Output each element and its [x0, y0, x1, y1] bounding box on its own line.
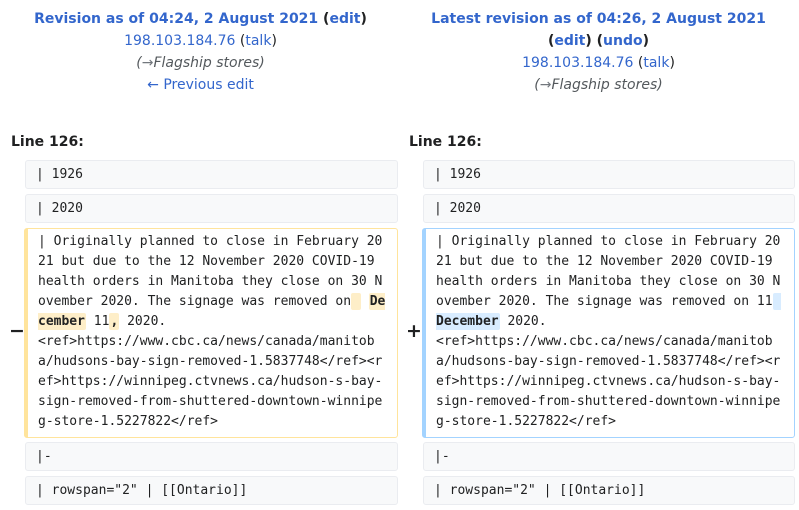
right-action-links: (edit) (undo): [547, 33, 650, 49]
right-line-number: Line 126:: [409, 134, 482, 150]
right-edit-summary: (→Flagship stores): [534, 77, 663, 93]
left-revision-title: Revision as of 04:24, 2 August 2021 (edi…: [34, 11, 367, 27]
right-talk-link[interactable]: talk: [643, 55, 669, 71]
left-user-link[interactable]: 198.103.184.76: [124, 33, 235, 49]
left-revision-header: Revision as of 04:24, 2 August 2021 (edi…: [0, 8, 401, 96]
right-revision-header: Latest revision as of 04:26, 2 August 20…: [398, 8, 799, 96]
undo-link[interactable]: undo: [603, 33, 643, 49]
right-context-line: |-: [423, 442, 795, 471]
previous-edit-link[interactable]: ← Previous edit: [147, 77, 254, 93]
left-context-line: | 2020: [25, 194, 398, 223]
added-line: | Originally planned to close in Februar…: [422, 228, 795, 438]
left-user-line: 198.103.184.76 (talk): [124, 33, 277, 49]
left-edit-summary: (→Flagship stores): [136, 55, 265, 71]
left-summary-section: Flagship stores: [153, 55, 260, 71]
deleted-line: | Originally planned to close in Februar…: [24, 228, 398, 438]
right-context-line: | rowspan="2" | [[Ontario]]: [423, 476, 795, 505]
right-revision-title: Latest revision as of 04:26, 2 August 20…: [398, 8, 799, 30]
left-summary-arrow-link[interactable]: →: [142, 55, 154, 71]
right-edit-link[interactable]: edit: [554, 33, 585, 49]
right-summary-arrow-link[interactable]: →: [540, 77, 552, 93]
left-context-line: | rowspan="2" | [[Ontario]]: [25, 476, 398, 505]
added-line-marker: +: [406, 320, 422, 342]
right-user-line: 198.103.184.76 (talk): [522, 55, 675, 71]
left-edit-link[interactable]: edit: [329, 11, 360, 27]
left-talk-link[interactable]: talk: [245, 33, 271, 49]
left-context-line: |-: [25, 442, 398, 471]
deleted-space: [351, 293, 361, 310]
left-line-number: Line 126:: [11, 134, 84, 150]
right-revision-link[interactable]: Latest revision as of 04:26, 2 August 20…: [431, 11, 766, 27]
right-summary-section: Flagship stores: [551, 77, 658, 93]
left-revision-link[interactable]: Revision as of 04:24, 2 August 2021: [34, 11, 318, 27]
deleted-line-marker: −: [9, 320, 25, 342]
deleted-comma: ,: [109, 313, 120, 330]
left-context-line: | 1926: [25, 160, 398, 189]
right-context-line: | 2020: [423, 194, 795, 223]
right-context-line: | 1926: [423, 160, 795, 189]
right-user-link[interactable]: 198.103.184.76: [522, 55, 633, 71]
